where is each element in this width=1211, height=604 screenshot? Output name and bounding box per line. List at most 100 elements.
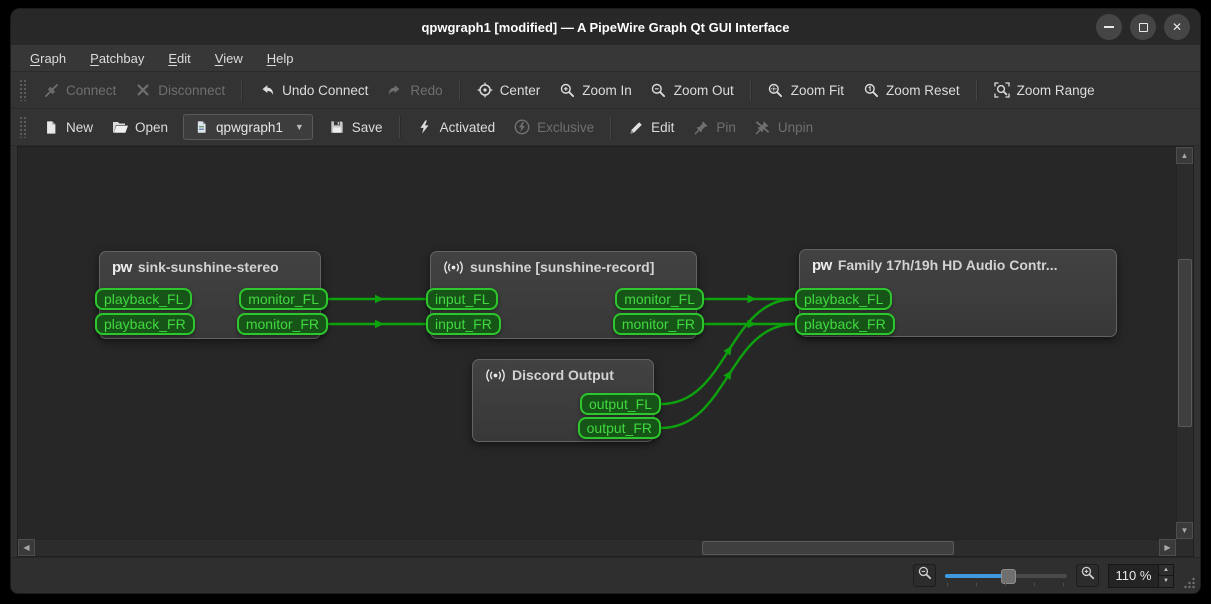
button-label: Zoom Reset (886, 83, 960, 98)
connection-arrow-icon (748, 320, 757, 328)
disconnect-button[interactable]: Disconnect (125, 76, 234, 104)
save-icon (328, 118, 346, 136)
unpin-button[interactable]: Unpin (745, 113, 822, 141)
close-button[interactable]: ✕ (1164, 14, 1190, 40)
maximize-button[interactable] (1130, 14, 1156, 40)
graph-canvas[interactable]: pwsink-sunshine-stereoplayback_FLplaybac… (18, 147, 1176, 539)
port-monitor_FR[interactable]: monitor_FR (613, 313, 704, 335)
zoom-spin-arrows[interactable]: ▲ ▼ (1158, 565, 1173, 587)
pipewire-icon: pw (112, 260, 132, 275)
center-icon (476, 81, 494, 99)
redo-icon (386, 81, 404, 99)
edit-button[interactable]: Edit (618, 113, 683, 141)
zoom-reset-button[interactable]: Zoom Reset (853, 76, 969, 104)
scroll-up-button[interactable]: ▲ (1176, 147, 1193, 164)
vertical-scrollbar-thumb[interactable] (1178, 259, 1192, 427)
zoom-slider-handle[interactable] (1001, 569, 1016, 584)
session-combobox[interactable]: qpwgraph1 ▼ (183, 114, 313, 140)
port-input_FR[interactable]: input_FR (426, 313, 501, 335)
menu-edit[interactable]: Edit (157, 47, 201, 70)
statusbar-zoom-in-button[interactable] (1076, 564, 1099, 587)
button-label: Undo Connect (282, 83, 368, 98)
app-window: qpwgraph1 [modified] — A PipeWire Graph … (10, 8, 1201, 594)
open-button[interactable]: Open (102, 113, 177, 141)
zoom-in-icon (558, 81, 576, 99)
zoom-slider-fill (945, 574, 1007, 578)
menu-view[interactable]: View (204, 47, 254, 70)
vertical-scrollbar[interactable]: ▲ ▼ (1176, 147, 1193, 539)
statusbar-zoom-out-button[interactable] (913, 564, 936, 587)
zoom-value: 110 % (1109, 565, 1158, 587)
pin-icon (692, 118, 710, 136)
open-folder-icon (111, 118, 129, 136)
connection-wire[interactable] (661, 324, 795, 428)
graph-node-discord-output[interactable]: Discord Outputoutput_FLoutput_FR (472, 359, 654, 442)
zoom-fit-icon (767, 81, 785, 99)
new-file-icon (42, 118, 60, 136)
exclusive-button[interactable]: Exclusive (504, 113, 603, 141)
zoom-range-button[interactable]: Zoom Range (984, 76, 1104, 104)
graph-node-family-hd-audio[interactable]: pwFamily 17h/19h HD Audio Contr...playba… (799, 249, 1117, 337)
scroll-left-button[interactable]: ◀ (18, 539, 35, 556)
button-label: Edit (651, 120, 674, 135)
port-playback_FL[interactable]: playback_FL (795, 288, 892, 310)
activated-button[interactable]: Activated (407, 113, 505, 141)
button-label: Disconnect (158, 83, 225, 98)
pin-button[interactable]: Pin (683, 113, 745, 141)
redo-button[interactable]: Redo (377, 76, 451, 104)
port-monitor_FL[interactable]: monitor_FL (615, 288, 704, 310)
graph-node-sink-sunshine-stereo[interactable]: pwsink-sunshine-stereoplayback_FLplaybac… (99, 251, 321, 339)
undo-icon (258, 81, 276, 99)
pencil-icon (627, 118, 645, 136)
window-resize-grip[interactable] (1182, 576, 1196, 590)
scroll-right-button[interactable]: ▶ (1159, 539, 1176, 556)
connect-button[interactable]: Connect (33, 76, 125, 104)
zoom-in-button[interactable]: Zoom In (549, 76, 641, 104)
connection-arrow-icon (375, 295, 384, 303)
zoom-out-icon (650, 81, 668, 99)
horizontal-scrollbar-thumb[interactable] (702, 541, 954, 555)
zoom-spinbox[interactable]: 110 % ▲ ▼ (1108, 564, 1174, 588)
graph-node-sunshine[interactable]: sunshine [sunshine-record]input_FLinput_… (430, 251, 697, 339)
zoom-out-button[interactable]: Zoom Out (641, 76, 743, 104)
bolt-circle-icon (513, 118, 531, 136)
port-playback_FL[interactable]: playback_FL (95, 288, 192, 310)
save-button[interactable]: Save (319, 113, 392, 141)
connection-arrow-icon (375, 320, 384, 328)
graph-toolbar: Connect Disconnect Undo Connect Redo Cen… (11, 72, 1200, 109)
port-input_FL[interactable]: input_FL (426, 288, 498, 310)
center-button[interactable]: Center (467, 76, 550, 104)
minimize-button[interactable] (1096, 14, 1122, 40)
pipewire-icon: pw (812, 258, 832, 273)
toolbar-separator (399, 116, 400, 138)
button-label: Pin (716, 120, 736, 135)
toolbar-separator (459, 79, 460, 101)
toolbar-handle[interactable] (19, 116, 27, 138)
zoom-fit-button[interactable]: Zoom Fit (758, 76, 853, 104)
port-output_FL[interactable]: output_FL (580, 393, 661, 415)
new-button[interactable]: New (33, 113, 102, 141)
unpin-icon (754, 118, 772, 136)
zoom-slider[interactable] (945, 567, 1067, 585)
button-label: Center (500, 83, 541, 98)
toolbar-separator (976, 79, 977, 101)
undo-connect-button[interactable]: Undo Connect (249, 76, 377, 104)
toolbar-handle[interactable] (19, 79, 27, 101)
spin-up-icon[interactable]: ▲ (1159, 565, 1173, 577)
menu-help[interactable]: Help (256, 47, 305, 70)
chevron-down-icon: ▼ (295, 122, 304, 132)
menu-patchbay[interactable]: Patchbay (79, 47, 155, 70)
menu-graph[interactable]: Graph (19, 47, 77, 70)
scroll-down-button[interactable]: ▼ (1176, 522, 1193, 539)
horizontal-scrollbar[interactable]: ◀ ▶ (18, 539, 1176, 556)
port-monitor_FR[interactable]: monitor_FR (237, 313, 328, 335)
button-label: Connect (66, 83, 116, 98)
port-output_FR[interactable]: output_FR (578, 417, 661, 439)
port-playback_FR[interactable]: playback_FR (95, 313, 195, 335)
statusbar: 110 % ▲ ▼ (11, 557, 1200, 593)
port-monitor_FL[interactable]: monitor_FL (239, 288, 328, 310)
toolbar-separator (241, 79, 242, 101)
port-playback_FR[interactable]: playback_FR (795, 313, 895, 335)
patchbay-toolbar: New Open qpwgraph1 ▼ Save Activated Excl… (11, 109, 1200, 146)
spin-down-icon[interactable]: ▼ (1159, 576, 1173, 587)
